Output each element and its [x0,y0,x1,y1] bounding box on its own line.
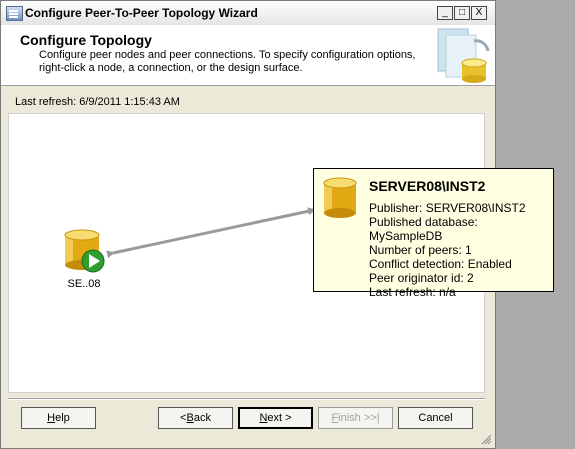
last-refresh-label: Last refresh: 6/9/2011 1:15:43 AM [15,96,180,108]
finish-button[interactable]: Finish >>| [318,407,393,429]
cancel-button[interactable]: Cancel [398,407,473,429]
window-title: Configure Peer-To-Peer Topology Wizard [25,6,258,20]
next-button[interactable]: Next > [238,407,313,429]
wizard-header: Configure Topology Configure peer nodes … [1,25,495,86]
tooltip-title: SERVER08\INST2 [369,178,486,194]
node-info-tooltip: SERVER08\INST2 Publisher: SERVER08\INST2… [313,168,554,299]
topology-banner-icon [437,28,490,83]
page-title: Configure Topology [20,32,152,48]
database-icon [323,177,357,218]
tooltip-conflict-detection: Conflict detection: Enabled [369,257,512,271]
tooltip-details: Publisher: SERVER08\INST2 Published data… [369,201,553,299]
page-description: Configure peer nodes and peer connection… [39,49,416,74]
resize-grip-icon[interactable] [481,434,492,445]
tooltip-number-of-peers: Number of peers: 1 [369,243,472,257]
minimize-button[interactable]: _ [437,6,453,20]
wizard-button-bar: Help < Back Next > Finish >>| Cancel [8,399,485,443]
help-button[interactable]: Help [21,407,96,429]
tooltip-last-refresh: Last refresh: n/a [369,285,456,299]
tooltip-peer-originator-id: Peer originator id: 2 [369,271,474,285]
maximize-button[interactable]: □ [454,6,470,20]
peer-node-label: SE..08 [67,278,101,290]
tooltip-published-database: Published database: MySampleDB [369,215,478,243]
database-play-icon [64,229,105,273]
peer-node[interactable]: SE..08 [61,229,113,290]
back-button[interactable]: < Back [158,407,233,429]
title-bar[interactable]: Configure Peer-To-Peer Topology Wizard _… [1,1,495,26]
title-bar-buttons: _ □ X [437,6,487,20]
wizard-app-icon [6,6,23,21]
tooltip-publisher: Publisher: SERVER08\INST2 [369,201,526,215]
close-button[interactable]: X [471,6,487,20]
